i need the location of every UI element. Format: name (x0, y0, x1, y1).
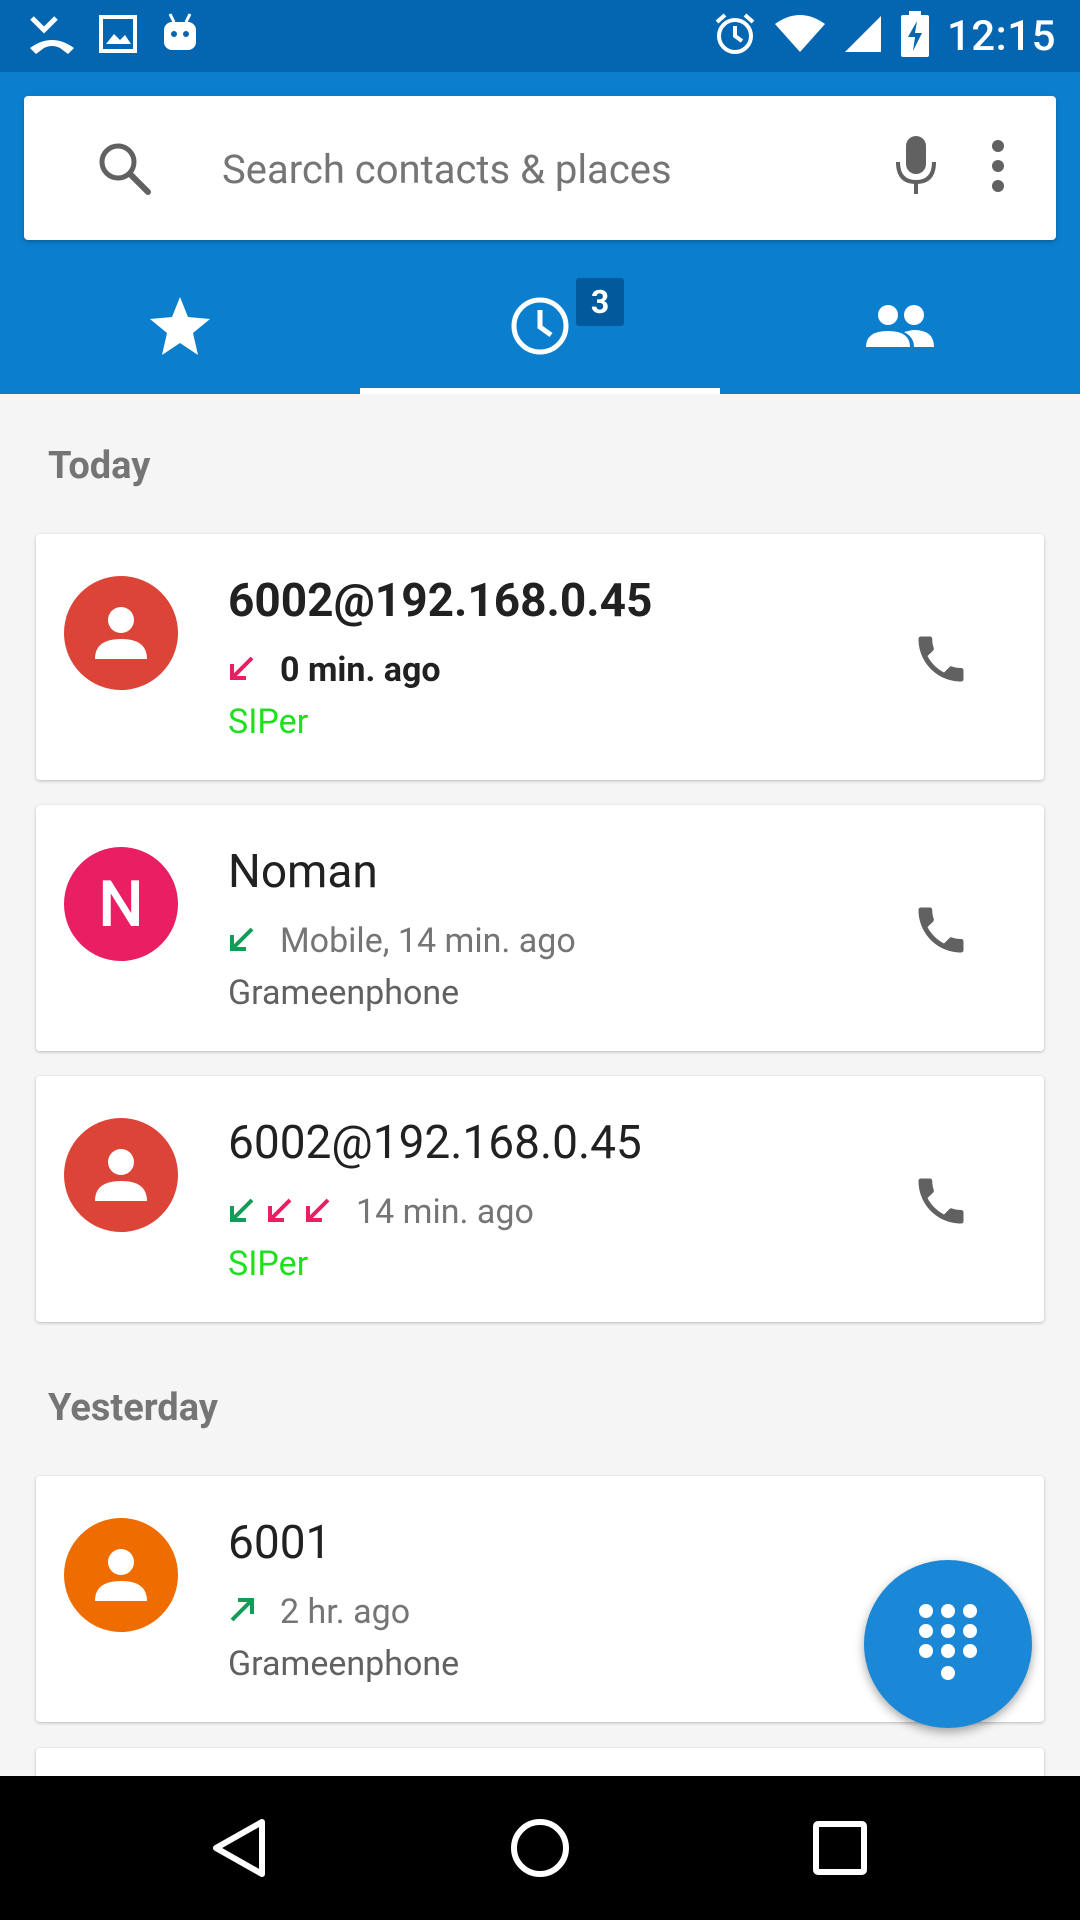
call-log-item[interactable]: N Noman Mobile, 14 min. ago Grameenphone (36, 805, 1044, 1051)
battery-charging-icon (900, 11, 929, 61)
caller-name: 6001 (228, 1516, 332, 1570)
more-options-icon[interactable] (990, 138, 1006, 198)
avatar (64, 576, 178, 690)
call-account-label: Grameenphone (228, 973, 460, 1013)
back-icon (213, 1819, 265, 1877)
clock-time: 12:15 (946, 11, 1056, 61)
person-icon (95, 1549, 147, 1601)
call-time: Mobile, 14 min. ago (280, 921, 576, 961)
home-button[interactable] (504, 1812, 576, 1884)
caller-name: Noman (228, 845, 378, 899)
call-button[interactable] (906, 1166, 976, 1236)
missed-call-icon (28, 14, 76, 58)
home-icon (511, 1819, 569, 1877)
call-account-label: SIPer (228, 702, 309, 742)
overview-icon (813, 1821, 867, 1875)
section-header-today: Today (48, 444, 151, 488)
dialpad-icon (919, 1604, 977, 1680)
tab-contacts[interactable] (720, 262, 1080, 394)
call-time: 0 min. ago (280, 650, 441, 690)
tab-favorites[interactable] (0, 262, 360, 394)
signal-icon (843, 14, 883, 58)
alarm-icon (713, 12, 757, 60)
missed-calls-badge: 3 (576, 278, 624, 326)
status-bar: 12:15 (0, 0, 1080, 72)
clock-icon (509, 295, 571, 361)
image-icon (98, 14, 138, 58)
caller-name: 6002@192.168.0.45 (228, 574, 653, 628)
call-log-item[interactable]: 6002@192.168.0.45 0 min. ago SIPer (36, 534, 1044, 780)
call-time: 2 hr. ago (280, 1592, 411, 1632)
tab-recents[interactable]: 3 (360, 262, 720, 394)
android-icon (160, 12, 200, 60)
call-button[interactable] (906, 624, 976, 694)
incoming-call-arrow-icon (228, 925, 256, 957)
call-log-item[interactable]: 6002@192.168.0.45 14 min. ago SIPer (36, 1076, 1044, 1322)
call-account-label: SIPer (228, 1244, 309, 1284)
person-icon (95, 607, 147, 659)
caller-name: 6002@192.168.0.45 (228, 1116, 642, 1170)
avatar (64, 1518, 178, 1632)
outgoing-call-arrow-icon (228, 1596, 256, 1628)
star-icon (148, 295, 212, 361)
navigation-bar (0, 1776, 1080, 1920)
phone-icon (918, 636, 964, 682)
app-bar: 3 (0, 72, 1080, 394)
call-account-label: Grameenphone (228, 1644, 460, 1684)
wifi-icon (774, 14, 825, 58)
people-icon (866, 303, 934, 353)
recents-button[interactable] (804, 1812, 876, 1884)
missed-call-arrow-icon (228, 654, 256, 686)
phone-icon (918, 1178, 964, 1224)
tab-bar: 3 (0, 262, 1080, 394)
back-button[interactable] (204, 1812, 276, 1884)
missed-call-arrow-icon (304, 1196, 332, 1228)
avatar (64, 1118, 178, 1232)
search-box[interactable] (24, 96, 1056, 240)
search-icon[interactable] (96, 140, 154, 202)
person-icon (95, 1149, 147, 1201)
call-time: 14 min. ago (356, 1192, 534, 1232)
dialpad-button[interactable] (864, 1560, 1032, 1728)
phone-icon (918, 907, 964, 953)
avatar: N (64, 847, 178, 961)
search-input[interactable] (220, 132, 844, 206)
call-button[interactable] (906, 895, 976, 965)
missed-call-arrow-icon (266, 1196, 294, 1228)
incoming-call-arrow-icon (228, 1196, 256, 1228)
section-header-yesterday: Yesterday (48, 1386, 218, 1430)
tab-indicator (360, 388, 720, 394)
microphone-icon[interactable] (892, 134, 940, 204)
